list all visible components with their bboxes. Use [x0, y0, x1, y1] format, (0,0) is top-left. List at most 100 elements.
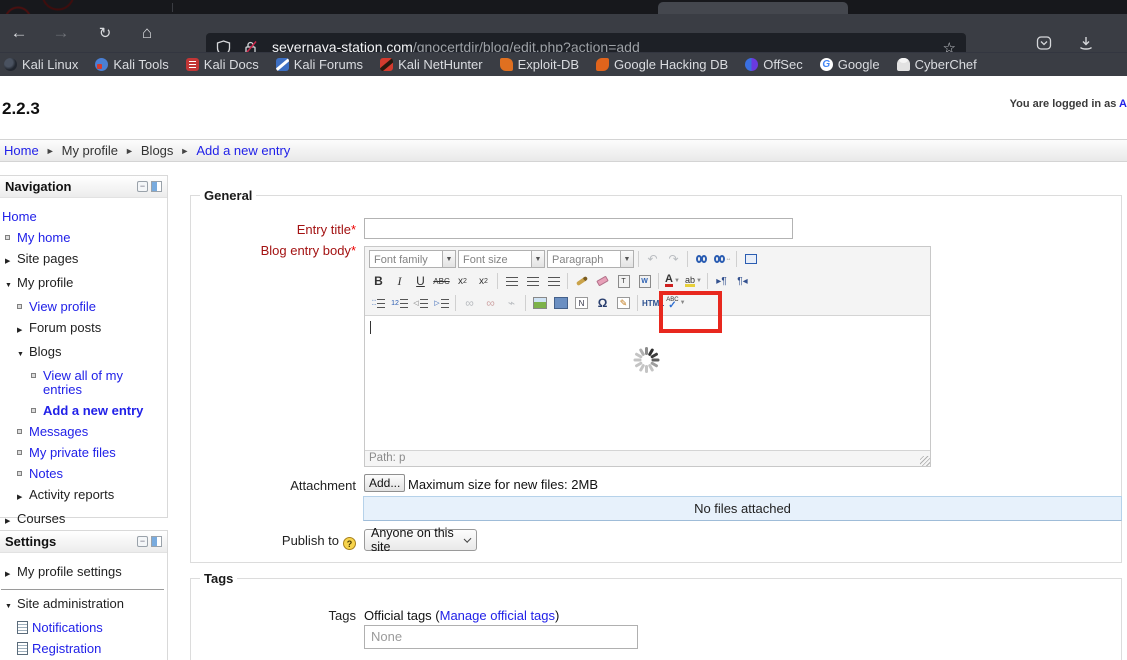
- bookmark-kali-docs[interactable]: Kali Docs: [186, 57, 259, 72]
- bookmark-cyberchef[interactable]: CyberChef: [897, 57, 977, 72]
- editor-content-area[interactable]: [365, 316, 930, 450]
- paste-from-word-icon[interactable]: W: [635, 272, 654, 291]
- nav-item-messages[interactable]: Messages: [0, 425, 165, 439]
- entry-title-input[interactable]: [364, 218, 793, 239]
- bookmark-kali-nethunter[interactable]: Kali NetHunter: [380, 57, 483, 72]
- bookmark-google[interactable]: GGoogle: [820, 57, 880, 72]
- resize-grip-icon[interactable]: [920, 456, 930, 466]
- bullet-list-icon[interactable]: ⁚⁚: [369, 294, 388, 313]
- font-family-select[interactable]: Font family▼: [369, 250, 456, 268]
- active-tab[interactable]: [658, 2, 848, 14]
- insert-media-icon[interactable]: [551, 294, 570, 313]
- help-icon[interactable]: ?: [343, 537, 356, 550]
- align-center-icon[interactable]: [523, 272, 542, 291]
- subscript-button[interactable]: x2: [453, 272, 472, 291]
- dock-block-icon[interactable]: [151, 181, 162, 192]
- nav-link[interactable]: Notes: [29, 467, 63, 481]
- bookmark-google-hacking-db[interactable]: Google Hacking DB: [596, 57, 728, 72]
- nav-item-my-home[interactable]: My home: [0, 231, 165, 245]
- italic-button[interactable]: I: [390, 272, 409, 291]
- settings-item-site-administration[interactable]: ▼Site administration: [0, 597, 165, 614]
- align-right-icon[interactable]: [544, 272, 563, 291]
- home-icon[interactable]: ⌂: [132, 14, 162, 52]
- publish-to-select[interactable]: Anyone on this site: [364, 529, 477, 551]
- insert-link-icon[interactable]: ∞: [460, 294, 479, 313]
- bookmark-kali-forums[interactable]: Kali Forums: [276, 57, 363, 72]
- expanded-arrow-icon[interactable]: ▼: [17, 348, 24, 362]
- bookmark-kali-linux[interactable]: Kali Linux: [4, 57, 78, 72]
- special-char-icon[interactable]: Ω: [593, 294, 612, 313]
- collapsed-arrow-icon[interactable]: ▶: [17, 491, 22, 505]
- settings-link[interactable]: Registration: [32, 642, 101, 656]
- dock-block-icon[interactable]: [151, 536, 162, 547]
- logged-in-user-link[interactable]: A: [1119, 98, 1127, 110]
- nav-item-view-all-entries[interactable]: View all of my entries: [0, 369, 165, 397]
- highlight-color-button[interactable]: ab▼: [684, 272, 703, 291]
- nav-item-add-new-entry[interactable]: Add a new entry: [0, 404, 165, 418]
- nav-item-site-pages[interactable]: ▶Site pages: [0, 252, 165, 269]
- breadcrumb-home[interactable]: Home: [4, 143, 39, 158]
- ltr-icon[interactable]: ▸¶: [712, 272, 731, 291]
- anchor-icon[interactable]: ⌁: [502, 294, 521, 313]
- text-color-button[interactable]: A▼: [663, 272, 682, 291]
- collapsed-arrow-icon[interactable]: ▶: [5, 568, 10, 582]
- nav-link[interactable]: Messages: [29, 425, 88, 439]
- nav-item-notes[interactable]: Notes: [0, 467, 165, 481]
- nav-link[interactable]: My private files: [29, 446, 116, 460]
- nav-item-blogs[interactable]: ▼Blogs: [0, 345, 165, 362]
- rtl-icon[interactable]: ¶◂: [733, 272, 752, 291]
- undo-icon[interactable]: ↶: [643, 250, 662, 269]
- official-tags-listbox[interactable]: None: [364, 625, 638, 649]
- nav-link-current[interactable]: Add a new entry: [43, 404, 143, 418]
- manage-official-tags-link[interactable]: Manage official tags: [440, 608, 555, 623]
- numbered-list-icon[interactable]: 12: [390, 294, 409, 313]
- underline-button[interactable]: U: [411, 272, 430, 291]
- nav-item-private-files[interactable]: My private files: [0, 446, 165, 460]
- unlink-icon[interactable]: ∞: [481, 294, 500, 313]
- cleanup-icon[interactable]: [572, 272, 591, 291]
- collapsed-arrow-icon[interactable]: ▶: [17, 324, 22, 338]
- settings-item-registration[interactable]: Registration: [0, 642, 165, 656]
- superscript-button[interactable]: x2: [474, 272, 493, 291]
- paste-as-text-icon[interactable]: T: [614, 272, 633, 291]
- expanded-arrow-icon[interactable]: ▼: [5, 600, 12, 614]
- collapse-block-icon[interactable]: −: [137, 536, 148, 547]
- format-select[interactable]: Paragraph▼: [547, 250, 634, 268]
- settings-link[interactable]: Notifications: [32, 621, 103, 635]
- collapsed-arrow-icon[interactable]: ▶: [5, 515, 10, 529]
- nav-item-my-profile[interactable]: ▼My profile: [0, 276, 165, 293]
- bookmark-offsec[interactable]: OffSec: [745, 57, 803, 72]
- bold-button[interactable]: B: [369, 272, 388, 291]
- bookmark-kali-tools[interactable]: Kali Tools: [95, 57, 168, 72]
- nav-link[interactable]: View all of my entries: [43, 369, 155, 397]
- find-replace-icon[interactable]: ↔: [713, 250, 732, 269]
- breadcrumb-current[interactable]: Add a new entry: [196, 143, 290, 158]
- fullscreen-icon[interactable]: [741, 250, 760, 269]
- nav-item-forum-posts[interactable]: ▶Forum posts: [0, 321, 165, 338]
- back-icon[interactable]: ←: [4, 14, 34, 52]
- insert-image-icon[interactable]: [530, 294, 549, 313]
- nav-item-home[interactable]: Home: [0, 210, 165, 224]
- settings-item-notifications[interactable]: Notifications: [0, 621, 165, 635]
- edit-table-icon[interactable]: ✎: [614, 294, 633, 313]
- nav-link[interactable]: Home: [2, 210, 37, 224]
- find-icon[interactable]: [692, 250, 711, 269]
- nav-item-view-profile[interactable]: View profile: [0, 300, 165, 314]
- bookmark-exploit-db[interactable]: Exploit-DB: [500, 57, 579, 72]
- nav-link[interactable]: View profile: [29, 300, 96, 314]
- forward-icon[interactable]: →: [46, 14, 76, 52]
- align-left-icon[interactable]: [502, 272, 521, 291]
- collapsed-arrow-icon[interactable]: ▶: [5, 255, 10, 269]
- collapse-block-icon[interactable]: −: [137, 181, 148, 192]
- remove-format-icon[interactable]: [593, 272, 612, 291]
- outdent-icon[interactable]: ◁: [411, 294, 430, 313]
- add-attachment-button[interactable]: Add...: [364, 474, 405, 492]
- expanded-arrow-icon[interactable]: ▼: [5, 279, 12, 293]
- redo-icon[interactable]: ↷: [664, 250, 683, 269]
- font-size-select[interactable]: Font size▼: [458, 250, 545, 268]
- nav-link[interactable]: My home: [17, 231, 70, 245]
- nav-item-courses[interactable]: ▶Courses: [0, 512, 165, 529]
- pocket-icon[interactable]: [1036, 35, 1052, 51]
- strikethrough-button[interactable]: ABC: [432, 272, 451, 291]
- reload-icon[interactable]: ↻: [90, 14, 120, 52]
